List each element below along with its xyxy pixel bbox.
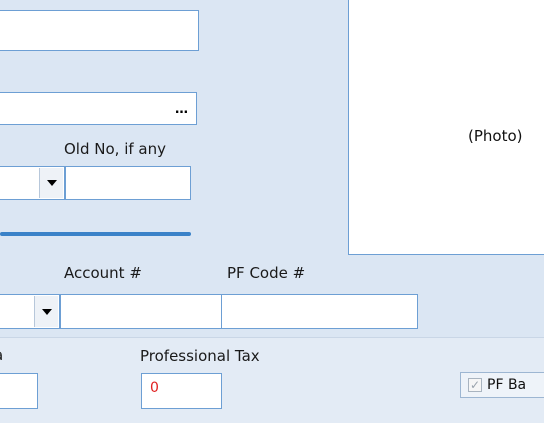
professional-tax-label: Professional Tax [140, 347, 260, 365]
dropdown-button[interactable] [39, 168, 63, 198]
form-upper-section: … Old No, if any (Photo) Account # PF Co… [0, 0, 544, 337]
clipped-top-label [0, 0, 120, 2]
photo-box[interactable]: (Photo) [348, 0, 544, 255]
account-number-input[interactable] [60, 294, 222, 329]
bank-dropdown[interactable] [0, 294, 60, 329]
pf-checkbox[interactable]: ✓ [468, 378, 482, 392]
account-number-label: Account # [64, 264, 142, 282]
section-separator [0, 232, 191, 236]
pf-code-label: PF Code # [227, 264, 306, 282]
professional-tax-value: 0 [150, 380, 159, 396]
chevron-down-icon [41, 308, 52, 315]
clipped-left-label: a [0, 346, 3, 364]
ellipsis-button[interactable]: … [169, 94, 195, 124]
dropdown-field-left[interactable] [0, 166, 65, 200]
photo-placeholder-label: (Photo) [468, 127, 523, 145]
pf-code-input[interactable] [221, 294, 418, 329]
old-no-input[interactable] [65, 166, 191, 200]
pf-checkbox-group[interactable]: ✓ PF Ba [460, 372, 544, 398]
text-field-top[interactable] [0, 10, 199, 51]
old-no-label: Old No, if any [64, 140, 166, 158]
clipped-left-input[interactable] [0, 373, 38, 409]
lookup-field[interactable]: … [0, 92, 197, 125]
professional-tax-input[interactable]: 0 [141, 373, 222, 409]
chevron-down-icon [46, 180, 57, 186]
pf-checkbox-label: PF Ba [487, 377, 527, 393]
bank-dropdown-button[interactable] [34, 296, 58, 327]
